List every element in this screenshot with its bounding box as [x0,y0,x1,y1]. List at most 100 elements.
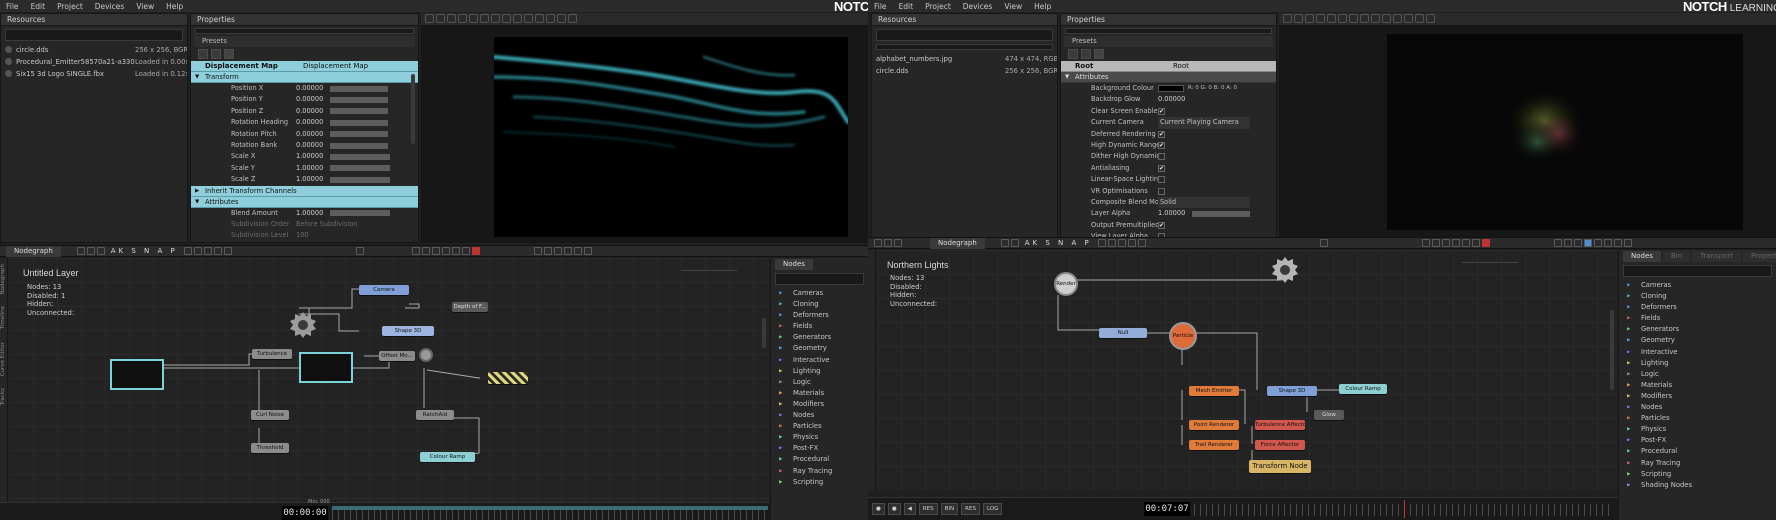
gear-icon[interactable] [1270,255,1300,285]
cue-icon[interactable] [1461,239,1470,247]
node-depth-of-field[interactable]: Depth of F... [452,302,488,312]
property-row[interactable]: Backdrop Glow 0.00000 [1061,94,1276,105]
value-slider[interactable] [330,119,388,126]
node-category-procedural[interactable]: Procedural [771,454,868,465]
node-mesh-emitter[interactable]: Mesh Emitter [1189,386,1239,396]
property-row[interactable]: Rotation Heading 0.00000 [191,117,418,128]
property-row[interactable]: Position Z 0.00000 [191,106,418,117]
node-shape-3d[interactable]: Shape 3D [382,326,434,336]
node-category-generators[interactable]: Generators [771,332,868,343]
node-category-lighting[interactable]: Lighting [771,366,868,377]
property-row[interactable]: Rotation Bank 0.00000 [191,140,418,151]
stop-icon[interactable] [471,247,480,255]
tab-properties[interactable]: Properties [1742,251,1776,262]
gear-icon[interactable] [1319,239,1328,247]
node-threshold[interactable]: Threshold [251,443,289,453]
light-icon[interactable] [1349,14,1358,23]
property-value[interactable]: 1.00000 [296,208,326,219]
resources-filter[interactable] [876,44,1053,50]
loop-mode-icon[interactable] [1613,239,1622,247]
property-row[interactable]: Current Camera Current Playing Camera [1061,117,1276,129]
node-category-post-fx[interactable]: Post-FX [1619,435,1776,446]
node-colour-ramp[interactable]: Colour Ramp [1339,384,1387,394]
node-category-cameras[interactable]: Cameras [771,288,868,299]
menu-file[interactable]: File [6,2,19,11]
export-icon[interactable] [461,247,470,255]
node-category-physics[interactable]: Physics [771,432,868,443]
zoom-icon[interactable] [458,14,467,23]
snap-label[interactable]: AK S N A P [1025,239,1092,247]
snap-icon[interactable] [480,14,489,23]
move-icon[interactable] [546,14,555,23]
layer-icon[interactable] [76,247,85,255]
property-value[interactable]: 1.00000 [296,174,326,185]
tool-button[interactable]: ● [887,503,901,515]
node-point-renderer[interactable]: Point Renderer [1189,420,1239,430]
res-button[interactable]: RES [918,503,938,515]
property-row[interactable]: High Dynamic Range ✔ [1061,140,1276,151]
frame-icon[interactable] [203,247,212,255]
property-row[interactable]: Deferred Rendering ✔ [1061,129,1276,140]
tab-nodes[interactable]: Nodes [1623,251,1661,262]
bounds-icon[interactable] [1371,14,1380,23]
section-attributes[interactable]: Attributes [191,196,418,208]
distribute-icon[interactable] [1107,239,1116,247]
wire-icon[interactable] [524,14,533,23]
node-category-modifiers[interactable]: Modifiers [771,399,868,410]
property-value[interactable]: 0.00000 [296,129,326,140]
value-slider[interactable] [330,210,390,217]
node-colour-ramp[interactable]: Colour Ramp [420,452,475,462]
render-icon[interactable] [502,14,511,23]
next-frame-icon[interactable] [1593,239,1602,247]
orbit-icon[interactable] [1294,14,1303,23]
menu-devices[interactable]: Devices [963,2,993,11]
rewind-icon[interactable] [553,247,562,255]
node-category-cloning[interactable]: Cloning [771,299,868,310]
graph-nav-controls[interactable] [1462,262,1518,270]
node-category-interactive[interactable]: Interactive [771,355,868,366]
node-category-materials[interactable]: Materials [771,388,868,399]
render-icon[interactable] [1360,14,1369,23]
menu-edit[interactable]: Edit [899,2,914,11]
select-icon[interactable] [1393,14,1402,23]
section-transform[interactable]: Transform [191,72,418,83]
menu-view[interactable]: View [136,2,154,11]
menu-view[interactable]: View [1004,2,1022,11]
resource-row[interactable]: alphabet_numbers.jpg 474 x 474, RGBA [872,53,1057,65]
menu-project[interactable]: Project [925,2,951,11]
property-row[interactable]: Subdivision Level 100 [191,230,418,241]
menu-file[interactable]: File [874,2,887,11]
nodegraph-scrollbar[interactable] [762,318,766,348]
gear-icon[interactable] [355,247,364,255]
link-icon[interactable] [894,239,902,247]
node-category-generators[interactable]: Generators [1619,324,1776,335]
property-row[interactable]: Layer Alpha 1.00000 [1061,208,1276,219]
property-value[interactable]: 1.00000 [296,163,326,174]
checkbox[interactable] [1158,153,1165,161]
node-offset-modifier[interactable]: Offset Mo... [379,351,415,361]
tab-transport[interactable]: Transport [1692,251,1741,262]
node-camera[interactable]: Camera [359,285,409,295]
property-row[interactable]: Blend Amount 1.00000 [191,208,418,219]
property-row[interactable]: Composite Blend ModeSolid [1061,196,1276,209]
node-null[interactable]: Null [1099,328,1147,338]
resources-search-input[interactable] [5,29,183,41]
node-category-materials[interactable]: Materials [1619,380,1776,391]
light-icon[interactable] [491,14,500,23]
property-value[interactable]: 0.00000 [296,83,326,94]
property-row[interactable]: Position X 0.00000 [191,83,418,94]
node-category-nodes[interactable]: Nodes [1619,402,1776,413]
select-icon[interactable] [535,14,544,23]
tool-button[interactable]: ◀ [903,503,916,515]
viewport[interactable] [421,13,868,243]
play-icon[interactable] [563,247,572,255]
property-row[interactable]: Antialiasing ✔ [1061,163,1276,174]
frame-icon[interactable] [1117,239,1126,247]
node-category-deformers[interactable]: Deformers [771,310,868,321]
settings-icon[interactable] [1623,239,1632,247]
bounds-icon[interactable] [513,14,522,23]
select-dropdown[interactable]: Solid [1158,196,1250,209]
comment-icon[interactable] [1127,239,1136,247]
value-slider[interactable] [330,85,388,92]
node-source-image[interactable] [110,359,164,390]
